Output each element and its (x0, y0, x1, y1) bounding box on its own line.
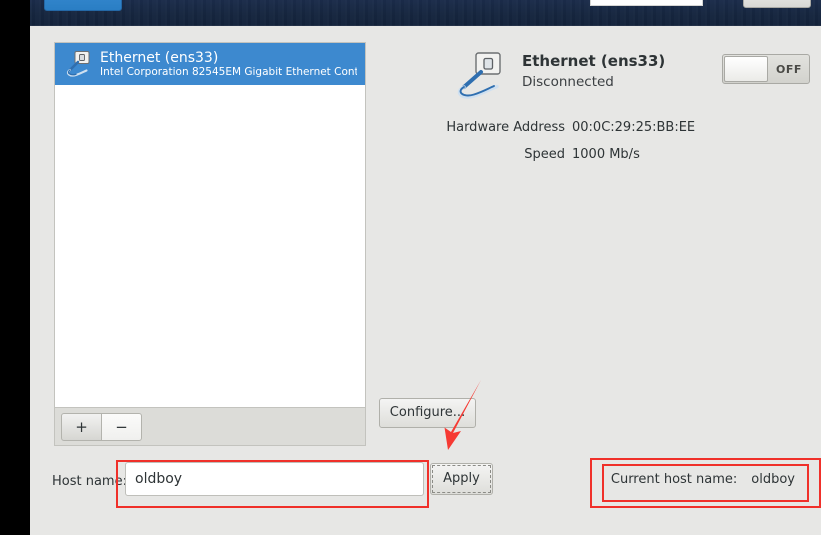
hardware-address-label: Hardware Address (446, 120, 565, 135)
add-device-button[interactable]: + (61, 413, 102, 441)
configure-button[interactable]: Configure... (379, 398, 476, 428)
device-status: Disconnected (522, 73, 614, 90)
remove-device-button[interactable]: − (101, 413, 142, 441)
device-detail-header: Ethernet (ens33) Disconnected (452, 46, 665, 102)
help-button[interactable]: Help! (743, 0, 811, 8)
device-title: Ethernet (ens33) (522, 52, 666, 70)
list-item-title: Ethernet (ens33) (100, 49, 219, 66)
device-detail-panel: Ethernet (ens33) Disconnected OFF Hardwa… (380, 42, 810, 422)
list-item-texts: Ethernet (ens33) Intel Corporation 82545… (100, 50, 357, 78)
hostname-input[interactable] (125, 462, 424, 496)
current-host-name-label: Current host name: (610, 472, 738, 487)
content-area: Ethernet (ens33) Intel Corporation 82545… (30, 26, 821, 535)
hostname-label: Host name: (52, 474, 127, 489)
window-header: Done us (30, 0, 821, 26)
current-host-name: Current host name: oldboy (605, 472, 795, 487)
ethernet-cable-icon (62, 49, 92, 79)
device-enable-toggle[interactable]: OFF (722, 54, 810, 84)
hardware-address-value: 00:0C:29:25:BB:EE (572, 120, 696, 135)
toggle-knob (724, 56, 768, 82)
speed-row: Speed 1000 Mb/s (380, 147, 800, 162)
list-item[interactable]: Ethernet (ens33) Intel Corporation 82545… (55, 43, 365, 85)
network-device-list[interactable]: Ethernet (ens33) Intel Corporation 82545… (54, 42, 366, 408)
toggle-state-label: OFF (776, 62, 802, 76)
installer-window: Done us (30, 0, 821, 535)
ethernet-cable-icon (452, 50, 508, 102)
keyboard-layout-indicator[interactable]: us (590, 0, 703, 6)
apply-button[interactable]: Apply (430, 463, 493, 495)
speed-value: 1000 Mb/s (572, 147, 640, 162)
device-detail-titles: Ethernet (ens33) Disconnected (522, 46, 665, 92)
left-black-gutter (0, 0, 30, 535)
list-item-description: Intel Corporation 82545EM Gigabit Ethern… (100, 66, 357, 79)
hardware-address-row: Hardware Address 00:0C:29:25:BB:EE (380, 120, 800, 135)
speed-label: Speed (524, 147, 565, 162)
screen: Done us (0, 0, 821, 535)
current-host-name-value: oldboy (751, 472, 795, 487)
done-button[interactable]: Done (44, 0, 122, 11)
device-list-toolbar: + − (54, 408, 366, 446)
